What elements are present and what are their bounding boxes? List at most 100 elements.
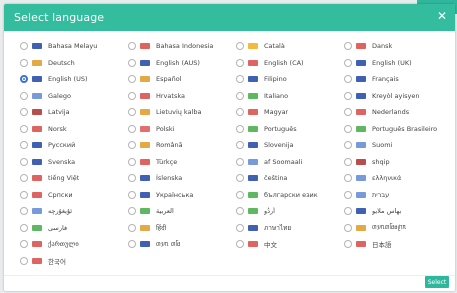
language-option[interactable]: English (CA)	[236, 55, 344, 72]
language-option[interactable]: tiếng Việt	[20, 170, 128, 187]
radio-button[interactable]	[236, 58, 244, 67]
language-option[interactable]: العربية	[128, 203, 236, 220]
radio-button[interactable]	[344, 91, 352, 100]
radio-button[interactable]	[20, 240, 28, 249]
language-option[interactable]: Српски	[20, 187, 128, 204]
language-option[interactable]: Galego	[20, 88, 128, 105]
language-option[interactable]: اُردُو	[236, 203, 344, 220]
language-option[interactable]: Русский	[20, 137, 128, 154]
language-option[interactable]: Español	[128, 71, 236, 88]
language-option[interactable]: Nederlands	[344, 104, 452, 121]
radio-button[interactable]	[128, 207, 136, 216]
radio-button[interactable]	[20, 124, 28, 133]
radio-button[interactable]	[236, 240, 244, 249]
radio-button[interactable]	[128, 124, 136, 133]
radio-button[interactable]	[344, 190, 352, 199]
language-option[interactable]: ภาษาไทย	[236, 220, 344, 237]
language-option[interactable]: Italiano	[236, 88, 344, 105]
close-icon[interactable]: ✕	[437, 9, 447, 23]
language-option[interactable]: Türkçe	[128, 154, 236, 171]
radio-button[interactable]	[20, 42, 28, 51]
language-option[interactable]: Svenska	[20, 154, 128, 171]
language-option[interactable]: עברית	[344, 187, 452, 204]
radio-button[interactable]	[20, 223, 28, 232]
language-option[interactable]: shqip	[344, 154, 452, 171]
radio-button[interactable]	[128, 157, 136, 166]
language-option[interactable]: Română	[128, 137, 236, 154]
radio-button[interactable]	[128, 42, 136, 51]
radio-button[interactable]	[20, 91, 28, 100]
radio-button[interactable]	[344, 141, 352, 150]
language-option[interactable]: Dansk	[344, 38, 452, 55]
language-option[interactable]: English (US)	[20, 71, 128, 88]
radio-button[interactable]	[236, 108, 244, 117]
radio-button[interactable]	[20, 190, 28, 199]
language-option[interactable]: ᥖᥭᥰ ᥖᥬᥳ	[128, 236, 236, 253]
radio-button[interactable]	[20, 141, 28, 150]
language-option[interactable]: 日本語	[344, 236, 452, 253]
radio-button[interactable]	[344, 108, 352, 117]
radio-button[interactable]	[20, 256, 28, 265]
radio-button[interactable]	[236, 207, 244, 216]
radio-button[interactable]	[236, 75, 244, 84]
language-option[interactable]: Bahasa Indonesia	[128, 38, 236, 55]
radio-button[interactable]	[128, 58, 136, 67]
radio-button[interactable]	[236, 174, 244, 183]
radio-button[interactable]	[128, 223, 136, 232]
radio-button[interactable]	[344, 58, 352, 67]
radio-button[interactable]	[20, 174, 28, 183]
language-option[interactable]: af Soomaali	[236, 154, 344, 171]
language-option[interactable]: ئۇيغۇرچە	[20, 203, 128, 220]
language-option[interactable]: فارسی	[20, 220, 128, 237]
language-option[interactable]: Français	[344, 71, 452, 88]
language-option[interactable]: بهاس ملايو	[344, 203, 452, 220]
language-option[interactable]: Suomi	[344, 137, 452, 154]
language-option[interactable]: Polski	[128, 121, 236, 138]
radio-button[interactable]	[128, 91, 136, 100]
radio-button[interactable]	[344, 240, 352, 249]
radio-button[interactable]	[344, 124, 352, 133]
language-option[interactable]: Slovenija	[236, 137, 344, 154]
language-option[interactable]: ελληνικά	[344, 170, 452, 187]
language-option[interactable]: Hrvatska	[128, 88, 236, 105]
radio-button[interactable]	[344, 223, 352, 232]
radio-button[interactable]	[236, 124, 244, 133]
radio-button[interactable]	[236, 190, 244, 199]
radio-button[interactable]	[236, 157, 244, 166]
radio-button[interactable]	[128, 240, 136, 249]
language-option[interactable]: Українська	[128, 187, 236, 204]
radio-button[interactable]	[128, 141, 136, 150]
language-option[interactable]: Lietuvių kalba	[128, 104, 236, 121]
language-option[interactable]: English (UK)	[344, 55, 452, 72]
radio-button[interactable]	[236, 141, 244, 150]
radio-button[interactable]	[128, 108, 136, 117]
language-option[interactable]: български език	[236, 187, 344, 204]
language-option[interactable]: Português Brasileiro	[344, 121, 452, 138]
language-option[interactable]: Íslenska	[128, 170, 236, 187]
radio-button[interactable]	[20, 108, 28, 117]
language-option[interactable]: 한국어	[20, 253, 128, 270]
language-option[interactable]: Português	[236, 121, 344, 138]
radio-button[interactable]	[20, 207, 28, 216]
language-option[interactable]: Bahasa Melayu	[20, 38, 128, 55]
radio-button[interactable]	[344, 174, 352, 183]
language-option[interactable]: Català	[236, 38, 344, 55]
radio-button[interactable]	[20, 75, 28, 84]
radio-button[interactable]	[128, 75, 136, 84]
radio-button[interactable]	[20, 157, 28, 166]
language-option[interactable]: Norsk	[20, 121, 128, 138]
radio-button[interactable]	[344, 157, 352, 166]
language-option[interactable]: čeština	[236, 170, 344, 187]
language-option[interactable]: Latvija	[20, 104, 128, 121]
language-option[interactable]: 中文	[236, 236, 344, 253]
radio-button[interactable]	[236, 42, 244, 51]
language-option[interactable]: Filipino	[236, 71, 344, 88]
radio-button[interactable]	[236, 91, 244, 100]
radio-button[interactable]	[20, 58, 28, 67]
language-option[interactable]: Deutsch	[20, 55, 128, 72]
language-option[interactable]: English (AUS)	[128, 55, 236, 72]
language-option[interactable]: ᥖᥭᥰᥖᥬᥳᥑᥨᥒᥰ	[344, 220, 452, 237]
language-option[interactable]: हिंदी	[128, 220, 236, 237]
select-button[interactable]: Select	[425, 276, 449, 288]
radio-button[interactable]	[344, 42, 352, 51]
